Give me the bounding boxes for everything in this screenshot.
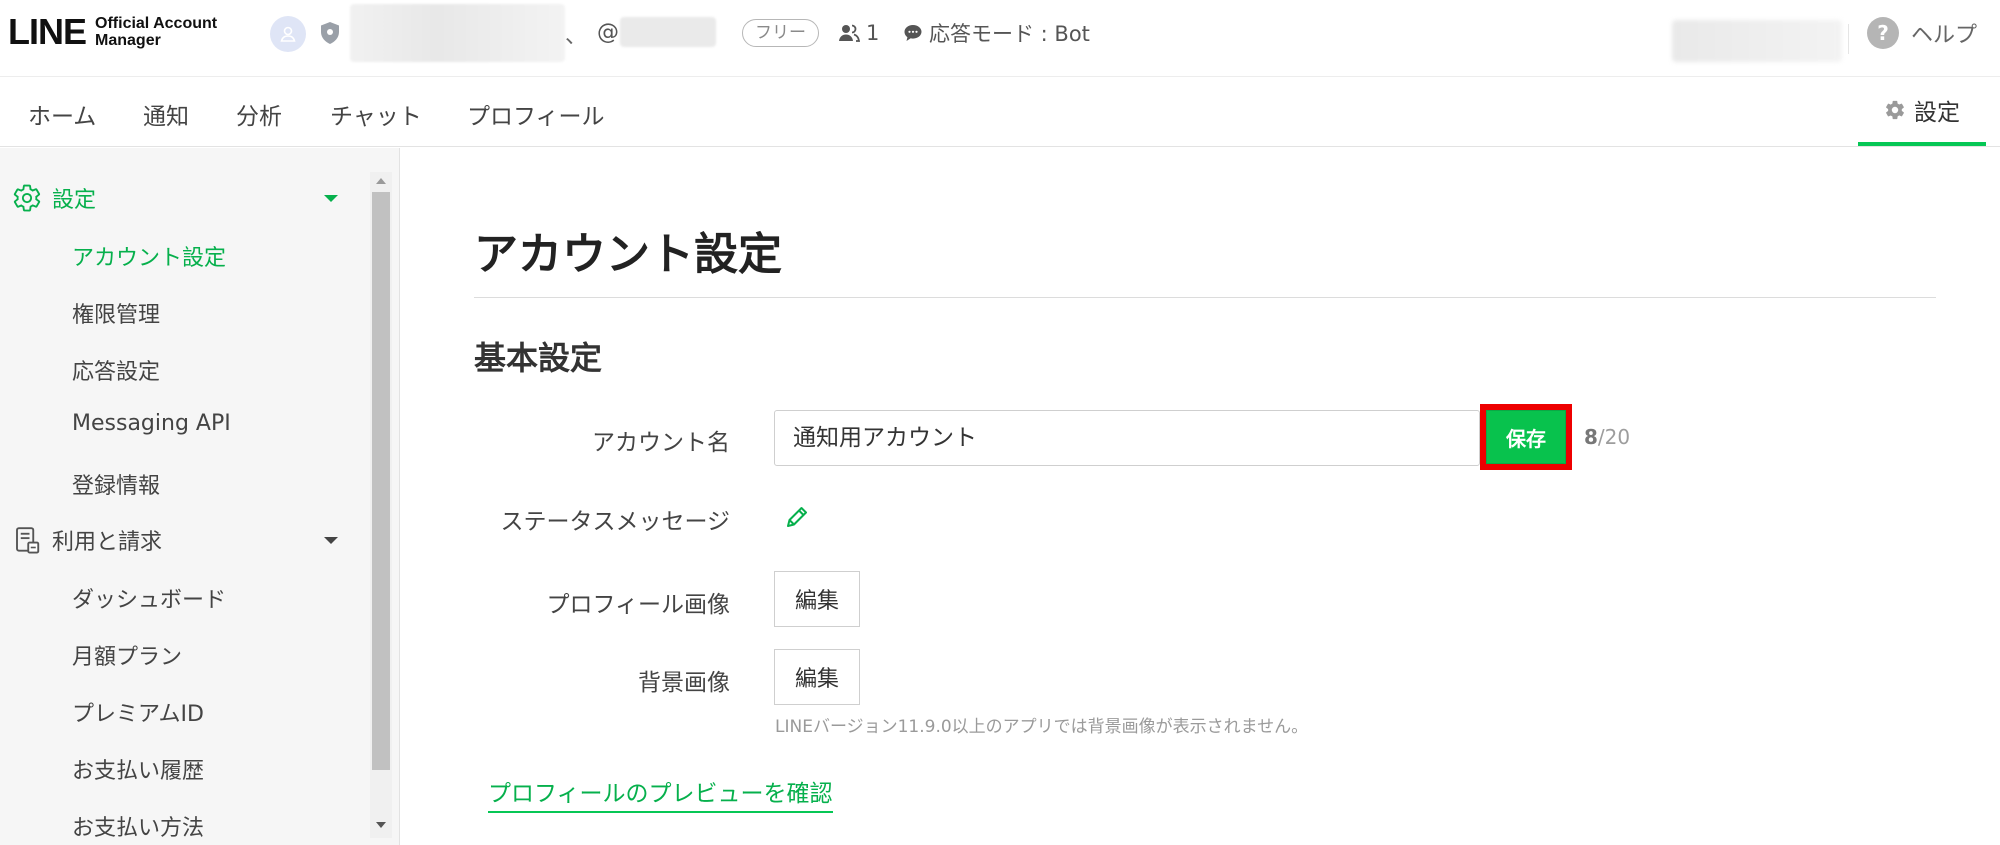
tab-notifications[interactable]: 通知: [143, 97, 189, 131]
friend-count-value: 1: [866, 21, 880, 45]
title-divider: [474, 297, 1936, 298]
account-name-redacted: [350, 4, 565, 62]
tab-analytics[interactable]: 分析: [236, 97, 282, 131]
sidebar-item-payment-method[interactable]: お支払い方法: [72, 810, 204, 842]
invoice-icon: [16, 527, 40, 554]
sidebar-item-monthly-plan[interactable]: 月額プラン: [72, 639, 182, 671]
scroll-up-arrow-icon[interactable]: [376, 178, 386, 184]
profile-image-edit-button[interactable]: 編集: [774, 571, 860, 627]
char-count: 8: [1584, 425, 1598, 449]
sidebar-group-billing[interactable]: 利用と請求: [12, 524, 338, 556]
logo-subtitle-line1: Official Account: [95, 15, 218, 32]
friends-icon: [839, 24, 860, 42]
sidebar-item-account-settings[interactable]: アカウント設定: [72, 240, 226, 272]
account-name-label: アカウント名: [592, 430, 730, 456]
account-avatar[interactable]: [270, 16, 306, 52]
tab-settings-label: 設定: [1914, 99, 1960, 126]
tab-chat[interactable]: チャット: [330, 97, 422, 131]
top-header: LINE Official Account Manager 、 @ フリー 1: [0, 0, 2000, 77]
profile-preview-link[interactable]: プロフィールのプレビューを確認: [488, 774, 833, 813]
chevron-down-icon: [324, 195, 338, 202]
status-message-label: ステータスメッセージ: [500, 509, 730, 535]
sidebar: 設定 アカウント設定 権限管理 応答設定 Messaging API 登録情報 …: [0, 148, 400, 845]
pencil-icon[interactable]: [784, 504, 810, 530]
logo-subtitle: Official Account Manager: [95, 15, 217, 49]
background-image-edit-button[interactable]: 編集: [774, 649, 860, 705]
account-id-prefix: @: [597, 20, 619, 45]
main-nav: ホーム 通知 分析 チャット プロフィール 設定: [0, 77, 2000, 147]
response-mode-label: 応答モード : Bot: [929, 22, 1090, 46]
char-max: /20: [1597, 425, 1631, 449]
page-title: アカウント設定: [474, 229, 782, 280]
tab-home[interactable]: ホーム: [28, 97, 96, 131]
gear-outline-icon: [13, 184, 41, 212]
save-button[interactable]: 保存: [1486, 410, 1566, 464]
sidebar-item-premium-id[interactable]: プレミアムID: [72, 696, 204, 728]
sidebar-item-dashboard[interactable]: ダッシュボード: [72, 582, 226, 614]
chat-bubble-icon: [904, 25, 922, 41]
scroll-down-arrow-icon[interactable]: [376, 822, 386, 828]
section-title: 基本設定: [474, 339, 603, 377]
scrollbar-thumb[interactable]: [372, 192, 390, 770]
help-icon: ?: [1867, 17, 1899, 49]
sidebar-group-billing-label: 利用と請求: [52, 530, 163, 555]
sidebar-item-registration-info[interactable]: 登録情報: [72, 468, 160, 500]
account-name-input[interactable]: 通知用アカウント: [774, 410, 1480, 466]
help-link[interactable]: ? ヘルプ: [1867, 16, 1977, 50]
line-logo[interactable]: LINE Official Account Manager: [8, 12, 217, 52]
person-icon: [280, 26, 296, 42]
chevron-down-icon: [324, 537, 338, 544]
profile-image-label: プロフィール画像: [546, 592, 730, 618]
response-mode[interactable]: 応答モード : Bot: [903, 18, 1090, 48]
char-counter: 8/20: [1584, 425, 1630, 449]
user-name-redacted[interactable]: [1672, 20, 1842, 62]
save-button-highlight: 保存: [1480, 404, 1572, 470]
shield-icon: [321, 22, 339, 44]
sidebar-item-payment-history[interactable]: お支払い履歴: [72, 753, 204, 785]
help-label: ヘルプ: [1911, 23, 1978, 48]
tab-settings[interactable]: 設定: [1858, 77, 1986, 146]
plan-badge: フリー: [742, 19, 819, 47]
header-divider: [1848, 24, 1849, 54]
tab-profile[interactable]: プロフィール: [467, 97, 605, 131]
sidebar-scrollbar[interactable]: [370, 172, 392, 838]
friend-count[interactable]: 1: [838, 18, 879, 48]
gear-icon: [1886, 100, 1904, 119]
sidebar-group-settings-label: 設定: [52, 188, 97, 213]
background-image-hint: LINEバージョン11.9.0以上のアプリでは背景画像が表示されません。: [775, 717, 1309, 737]
sidebar-item-permissions[interactable]: 権限管理: [72, 297, 160, 329]
logo-subtitle-line2: Manager: [95, 32, 161, 49]
sidebar-item-messaging-api[interactable]: Messaging API: [72, 411, 231, 436]
sidebar-group-settings[interactable]: 設定: [12, 182, 338, 214]
account-id-redacted: [620, 17, 716, 47]
logo-wordmark: LINE: [8, 11, 87, 52]
background-image-label: 背景画像: [638, 670, 730, 696]
account-name-suffix: 、: [565, 24, 588, 49]
sidebar-item-response-settings[interactable]: 応答設定: [72, 354, 160, 386]
